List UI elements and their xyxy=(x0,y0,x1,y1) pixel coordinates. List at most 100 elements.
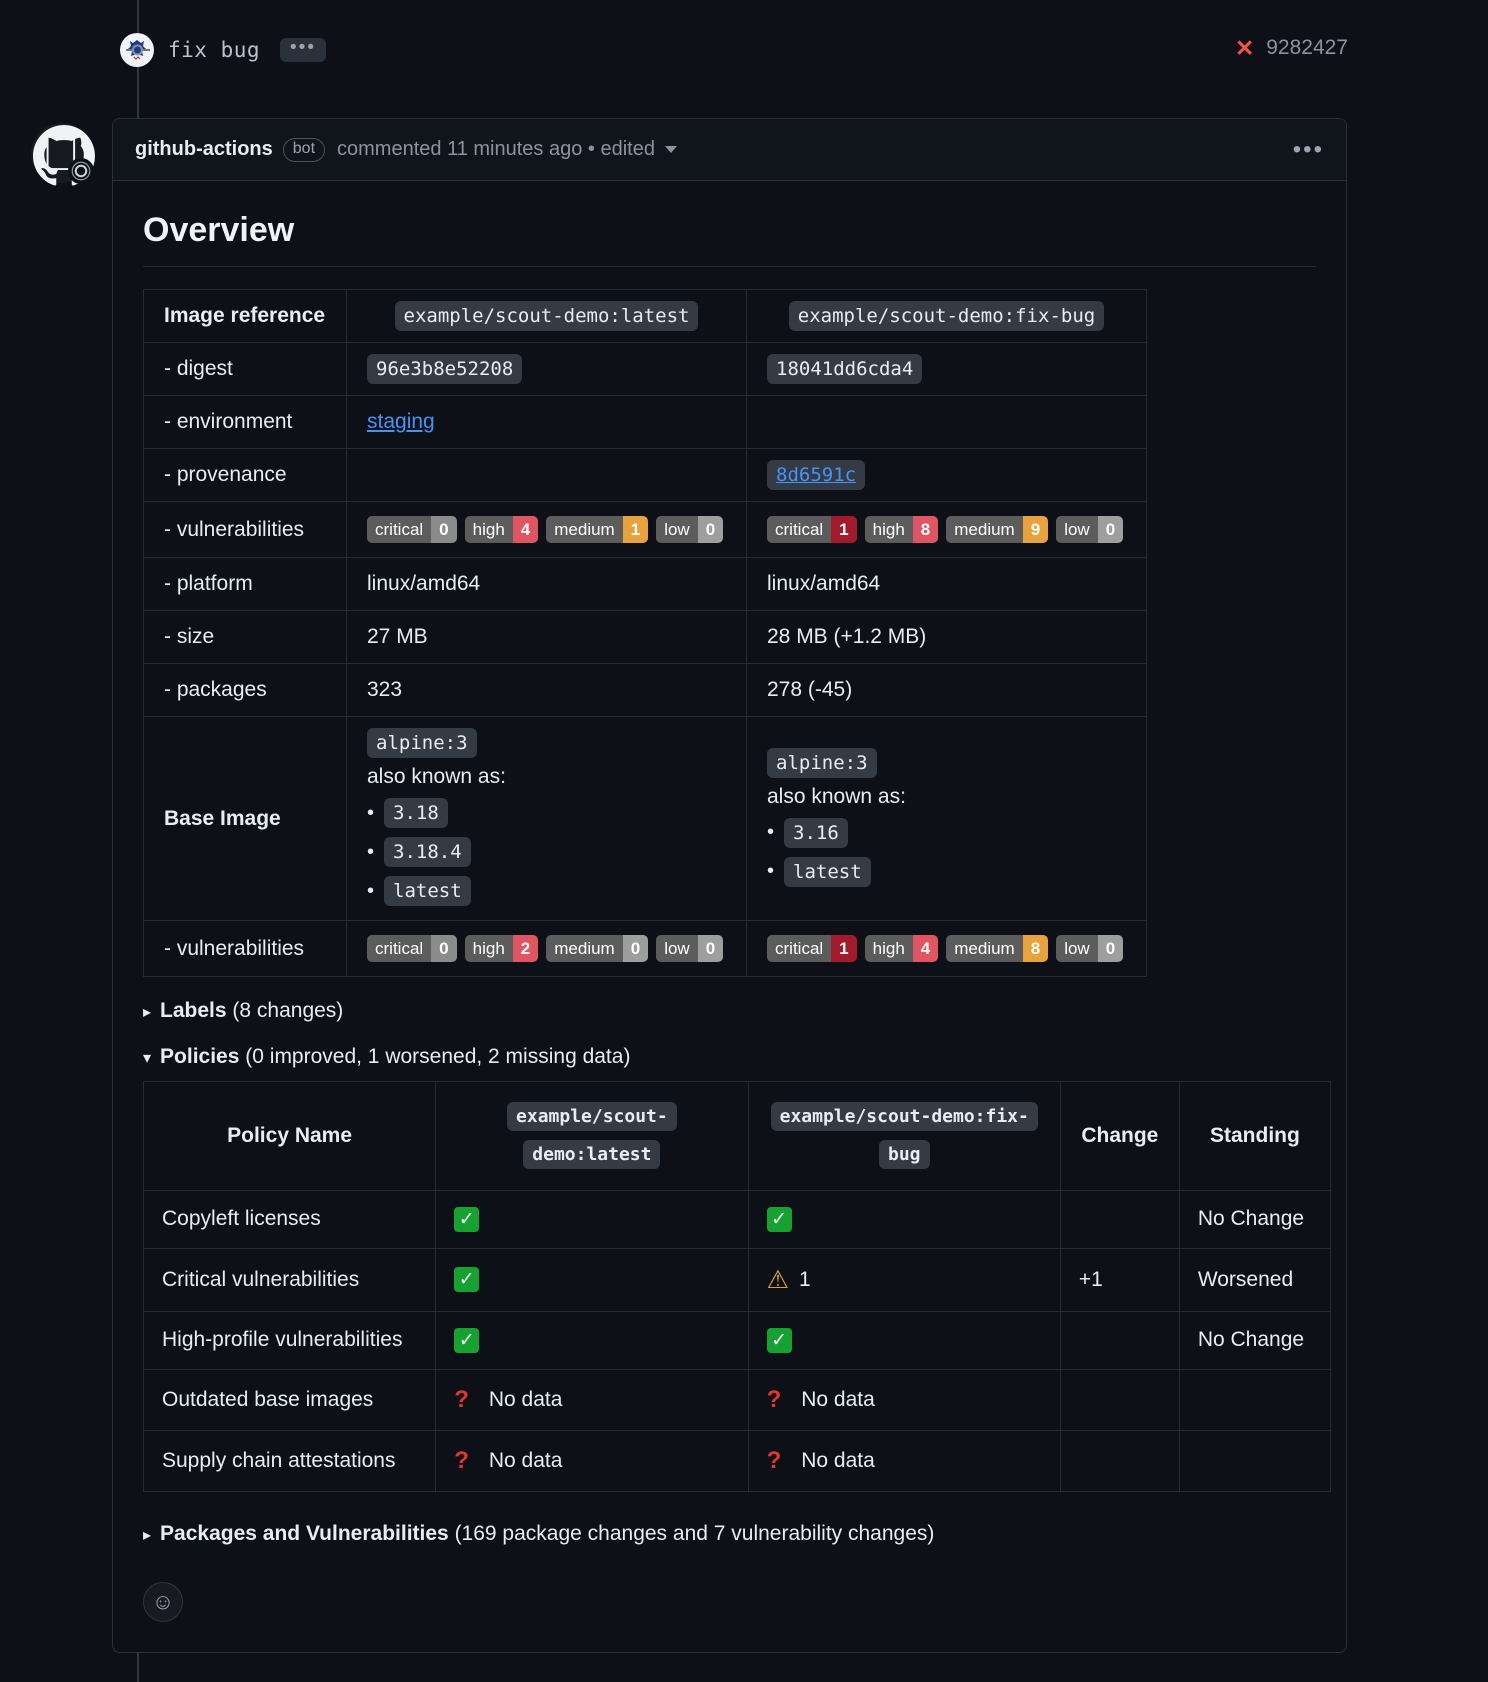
bot-badge-icon xyxy=(68,158,94,184)
row-label: Base Image xyxy=(144,717,347,921)
base-image-alias: latest xyxy=(384,876,471,906)
environment-fixbug-cell xyxy=(747,396,1147,449)
severity-badge-label: medium xyxy=(946,935,1022,962)
policy-status-text: No data xyxy=(489,1449,563,1473)
severity-badge-count: 1 xyxy=(831,935,856,962)
policy-status-fixbug: ? No data xyxy=(748,1369,1060,1430)
column-header-image-fixbug: example/scout-demo:fix- bug xyxy=(748,1082,1060,1191)
table-row-image-reference: Image reference example/scout-demo:lates… xyxy=(144,290,1147,343)
severity-badge-label: medium xyxy=(546,935,622,962)
packages-section-summary: (169 package changes and 7 vulnerability… xyxy=(455,1522,935,1545)
image-ref-latest-cell: example/scout-demo:latest xyxy=(347,290,747,343)
github-mark-icon[interactable]:  xyxy=(28,120,94,186)
platform-latest: linux/amd64 xyxy=(347,558,747,611)
list-item: 3.16 xyxy=(767,818,1126,848)
question-icon: ? xyxy=(767,1386,782,1414)
column-header-change: Change xyxy=(1060,1082,1179,1191)
policy-change xyxy=(1060,1311,1179,1369)
comment-menu-button[interactable]: ••• xyxy=(1293,146,1324,154)
severity-badge-count: 9 xyxy=(1023,516,1048,543)
severity-badge-medium: medium9 xyxy=(946,516,1048,543)
column-header-chip-line1: example/scout-demo:fix- xyxy=(771,1102,1038,1131)
commit-status-group: ✕ 9282427 xyxy=(1235,36,1348,60)
provenance-fixbug-cell: 8d6591c xyxy=(747,449,1147,502)
x-icon[interactable]: ✕ xyxy=(1235,37,1254,60)
check-icon: ✓ xyxy=(454,1328,479,1353)
packages-fixbug: 278 (-45) xyxy=(747,664,1147,717)
emoji-smiley-icon: ☺ xyxy=(152,1589,174,1615)
column-header-image-latest: example/scout- demo:latest xyxy=(436,1082,748,1191)
severity-badge-count: 0 xyxy=(623,935,648,962)
chevron-down-icon[interactable] xyxy=(665,146,677,153)
commit-expand-button[interactable]: ••• xyxy=(280,38,326,62)
severity-badge-count: 2 xyxy=(513,935,538,962)
policy-status-latest: ✓ xyxy=(436,1311,748,1369)
row-label: - vulnerabilities xyxy=(144,502,347,558)
base-image-alias: 3.18 xyxy=(384,798,448,828)
severity-badge-label: critical xyxy=(767,935,831,962)
vulnerability-badge-group: critical1high4medium8low0 xyxy=(767,935,1126,962)
vulnerability-badge-group: critical0high4medium1low0 xyxy=(367,516,726,543)
policy-name: Supply chain attestations xyxy=(144,1430,436,1491)
severity-badge-label: high xyxy=(865,516,913,543)
base-image-latest-cell: alpine:3 also known as: 3.183.18.4latest xyxy=(347,717,747,921)
policies-table-header: Policy Name example/scout- demo:latest e… xyxy=(144,1082,1331,1191)
commit-sha[interactable]: 9282427 xyxy=(1266,36,1348,60)
add-reaction-button[interactable]: ☺ xyxy=(143,1582,183,1622)
comment-author[interactable]: github-actions xyxy=(135,138,273,161)
column-header-chip-line2: bug xyxy=(879,1140,930,1169)
column-header-chip-line1: example/scout- xyxy=(507,1102,677,1131)
commit-row: fix bug ••• ✕ 9282427 xyxy=(0,0,1488,100)
policy-status-text: No data xyxy=(801,1388,875,1412)
provenance-latest-cell xyxy=(347,449,747,502)
severity-badge-label: medium xyxy=(946,516,1022,543)
image-ref-fixbug-cell: example/scout-demo:fix-bug xyxy=(747,290,1147,343)
policies-section-title: Policies xyxy=(160,1045,239,1068)
table-row-environment: - environment staging xyxy=(144,396,1147,449)
policies-section-toggle[interactable]: ▾Policies (0 improved, 1 worsened, 2 mis… xyxy=(143,1045,1316,1069)
severity-badge-count: 4 xyxy=(913,935,938,962)
row-label: - platform xyxy=(144,558,347,611)
packages-section-toggle[interactable]: ▸Packages and Vulnerabilities (169 packa… xyxy=(143,1522,1316,1546)
severity-badge-low: low0 xyxy=(656,935,723,962)
base-image-alias: 3.18.4 xyxy=(384,837,471,867)
vuln-fixbug-cell: critical1high8medium9low0 xyxy=(747,502,1147,558)
row-label: - environment xyxy=(144,396,347,449)
check-icon: ✓ xyxy=(454,1267,479,1292)
base-image-tag: alpine:3 xyxy=(767,748,877,778)
row-label: Image reference xyxy=(144,290,347,343)
environment-link[interactable]: staging xyxy=(367,410,435,433)
list-item: latest xyxy=(367,876,726,906)
policy-change xyxy=(1060,1430,1179,1491)
severity-badge-count: 1 xyxy=(831,516,856,543)
policy-status-fixbug: ✓ xyxy=(748,1190,1060,1248)
severity-badge-medium: medium0 xyxy=(546,935,648,962)
comment-timestamp[interactable]: commented 11 minutes ago • edited xyxy=(337,138,655,161)
environment-latest-cell: staging xyxy=(347,396,747,449)
severity-badge-count: 0 xyxy=(1098,516,1123,543)
vuln-latest-cell: critical0high4medium1low0 xyxy=(347,502,747,558)
table-row: Outdated base images? No data? No data xyxy=(144,1369,1331,1430)
base-image-alias-list: 3.18 3.18.4 latest xyxy=(367,798,726,906)
list-item: latest xyxy=(767,857,1126,887)
policy-name: Outdated base images xyxy=(144,1369,436,1430)
severity-badge-low: low0 xyxy=(656,516,723,543)
severity-badge-low: low0 xyxy=(1056,516,1123,543)
policy-standing xyxy=(1179,1430,1330,1491)
severity-badge-count: 8 xyxy=(913,516,938,543)
base-image-alias: 3.16 xyxy=(784,818,848,848)
policies-section-summary: (0 improved, 1 worsened, 2 missing data) xyxy=(245,1045,630,1068)
severity-badge-high: high4 xyxy=(865,935,939,962)
severity-badge-label: low xyxy=(1056,935,1098,962)
labels-section-toggle[interactable]: ▸Labels (8 changes) xyxy=(143,999,1316,1023)
question-icon: ? xyxy=(454,1386,469,1414)
commit-message[interactable]: fix bug xyxy=(168,38,260,62)
policy-status-text: No data xyxy=(489,1388,563,1412)
table-row-platform: - platform linux/amd64 linux/amd64 xyxy=(144,558,1147,611)
digest-latest-cell: 96e3b8e52208 xyxy=(347,343,747,396)
provenance-link[interactable]: 8d6591c xyxy=(767,460,865,490)
packages-section-title: Packages and Vulnerabilities xyxy=(160,1522,449,1545)
severity-badge-label: critical xyxy=(367,935,431,962)
triangle-right-icon: ▸ xyxy=(143,1002,151,1022)
question-icon: ? xyxy=(454,1447,469,1475)
